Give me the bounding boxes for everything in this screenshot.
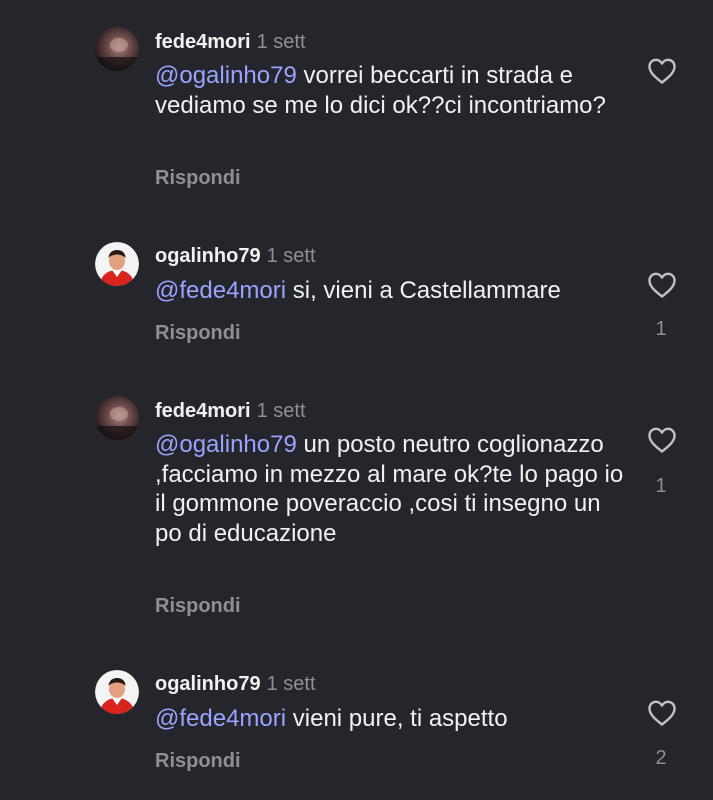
comment-body: vieni pure, ti aspetto xyxy=(286,705,508,732)
comment-header: fede4mori 1 sett xyxy=(155,30,306,54)
mention-link[interactable]: @fede4mori xyxy=(155,705,286,732)
mention-link[interactable]: @ogalinho79 xyxy=(155,62,297,89)
mention-link[interactable]: @fede4mori xyxy=(155,277,286,304)
timestamp: 1 sett xyxy=(266,245,316,267)
avatar-dark-photo xyxy=(95,396,139,440)
avatar-fede4mori[interactable] xyxy=(95,396,139,440)
reply-button[interactable]: Rispondi xyxy=(155,749,241,773)
timestamp: 1 sett xyxy=(256,400,306,422)
avatar-dark-photo xyxy=(95,27,139,71)
avatar-fede4mori[interactable] xyxy=(95,27,139,71)
like-count: 1 xyxy=(655,318,667,340)
avatar-ogalinho79[interactable] xyxy=(95,242,139,286)
username[interactable]: ogalinho79 xyxy=(155,245,261,267)
username[interactable]: ogalinho79 xyxy=(155,673,261,695)
timestamp: 1 sett xyxy=(266,673,316,695)
like-count: 1 xyxy=(655,475,667,497)
heart-outline-icon[interactable] xyxy=(647,426,677,454)
username[interactable]: fede4mori xyxy=(155,400,251,422)
heart-outline-icon[interactable] xyxy=(647,271,677,299)
comment-body: si, vieni a Castellammare xyxy=(286,277,561,304)
mention-link[interactable]: @ogalinho79 xyxy=(155,431,297,458)
avatar-photo-red-shirt xyxy=(95,242,139,286)
avatar-ogalinho79[interactable] xyxy=(95,670,139,714)
reply-button[interactable]: Rispondi xyxy=(155,594,241,618)
reply-button[interactable]: Rispondi xyxy=(155,166,241,190)
timestamp: 1 sett xyxy=(256,31,306,53)
comment-text: @ogalinho79 vorrei beccarti in strada e … xyxy=(155,61,625,120)
like-count: 2 xyxy=(655,747,667,769)
comment-header: ogalinho79 1 sett xyxy=(155,672,316,696)
reply-button[interactable]: Rispondi xyxy=(155,321,241,345)
username[interactable]: fede4mori xyxy=(155,31,251,53)
comments-thread: fede4mori 1 sett @ogalinho79 vorrei becca… xyxy=(0,0,713,800)
comment-text: @fede4mori vieni pure, ti aspetto xyxy=(155,704,625,734)
avatar-photo-red-shirt xyxy=(95,670,139,714)
heart-outline-icon[interactable] xyxy=(647,57,677,85)
heart-outline-icon[interactable] xyxy=(647,699,677,727)
comment-text: @fede4mori si, vieni a Castellammare xyxy=(155,276,625,306)
comment-text: @ogalinho79 un posto neutro coglionazzo … xyxy=(155,430,625,548)
comment-header: fede4mori 1 sett xyxy=(155,399,306,423)
comment-header: ogalinho79 1 sett xyxy=(155,244,316,268)
